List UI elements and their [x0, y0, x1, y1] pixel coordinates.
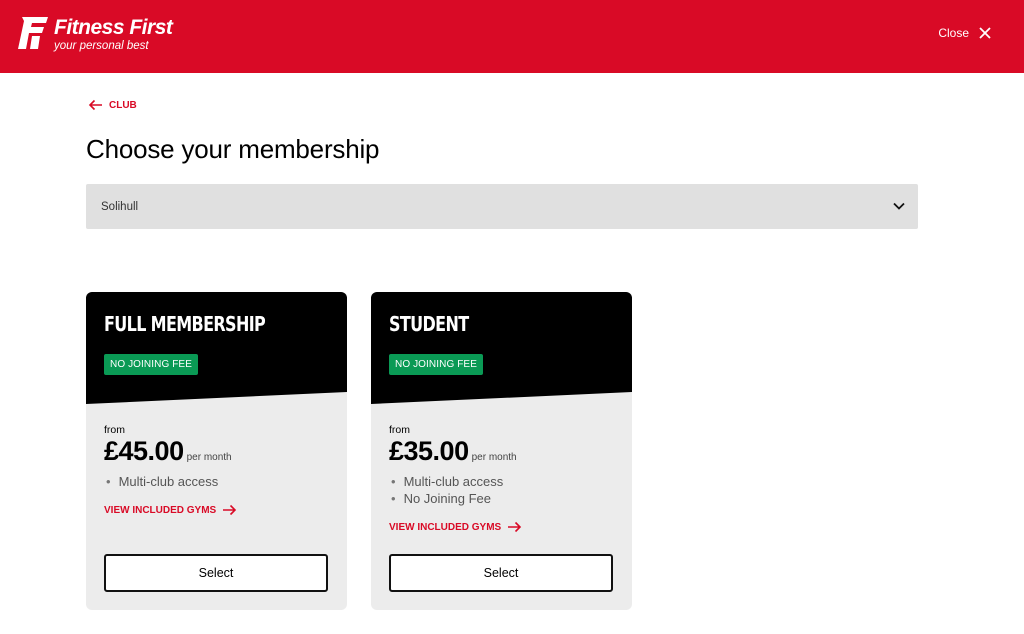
feature-list: Multi-club access No Joining Fee: [389, 473, 504, 507]
price: £45.00 per month: [104, 436, 232, 467]
membership-card-student: STUDENT NO JOINING FEE from £35.00 per m…: [371, 292, 632, 610]
feature-item: Multi-club access: [104, 473, 219, 490]
brand-logo[interactable]: Fitness First your personal best: [18, 16, 173, 52]
membership-name: STUDENT: [389, 312, 469, 336]
arrow-right-icon: [508, 521, 522, 533]
close-icon: [979, 27, 991, 39]
price-from-label: from: [389, 424, 410, 436]
arrow-left-icon: [88, 99, 102, 111]
view-gyms-label: VIEW INCLUDED GYMS: [104, 504, 217, 516]
fitness-first-logo-icon: [18, 17, 48, 49]
price: £35.00 per month: [389, 436, 517, 467]
page-title: Choose your membership: [86, 134, 380, 164]
card-header-background: [371, 292, 632, 404]
back-link[interactable]: CLUB: [88, 99, 137, 111]
club-select[interactable]: Solihull: [86, 184, 918, 229]
card-header: FULL MEMBERSHIP NO JOINING FEE: [86, 292, 347, 404]
feature-item: Multi-club access: [389, 473, 504, 490]
no-joining-fee-badge: NO JOINING FEE: [389, 354, 483, 375]
view-included-gyms-link[interactable]: VIEW INCLUDED GYMS: [104, 504, 237, 516]
view-gyms-label: VIEW INCLUDED GYMS: [389, 521, 502, 533]
price-from-label: from: [104, 424, 125, 436]
card-header: STUDENT NO JOINING FEE: [371, 292, 632, 404]
brand-tagline: your personal best: [54, 40, 149, 52]
brand-name: Fitness First: [54, 16, 173, 39]
chevron-down-icon: [893, 202, 905, 210]
card-header-background: [86, 292, 347, 404]
price-value: £45.00: [104, 436, 184, 466]
price-unit: per month: [471, 452, 517, 463]
site-header: Fitness First your personal best Close: [0, 0, 1024, 73]
select-button[interactable]: Select: [104, 554, 328, 592]
close-label: Close: [938, 26, 969, 40]
close-button[interactable]: Close: [938, 26, 992, 40]
feature-item: No Joining Fee: [389, 490, 503, 507]
view-included-gyms-link[interactable]: VIEW INCLUDED GYMS: [389, 521, 522, 533]
arrow-right-icon: [223, 504, 237, 516]
price-unit: per month: [186, 452, 232, 463]
club-select-value: Solihull: [101, 200, 139, 213]
select-button[interactable]: Select: [389, 554, 613, 592]
price-value: £35.00: [389, 436, 469, 466]
no-joining-fee-badge: NO JOINING FEE: [104, 354, 198, 375]
feature-list: Multi-club access: [104, 473, 219, 490]
membership-card-full: FULL MEMBERSHIP NO JOINING FEE from £45.…: [86, 292, 347, 610]
membership-name: FULL MEMBERSHIP: [104, 312, 266, 336]
back-link-label: CLUB: [109, 99, 137, 111]
